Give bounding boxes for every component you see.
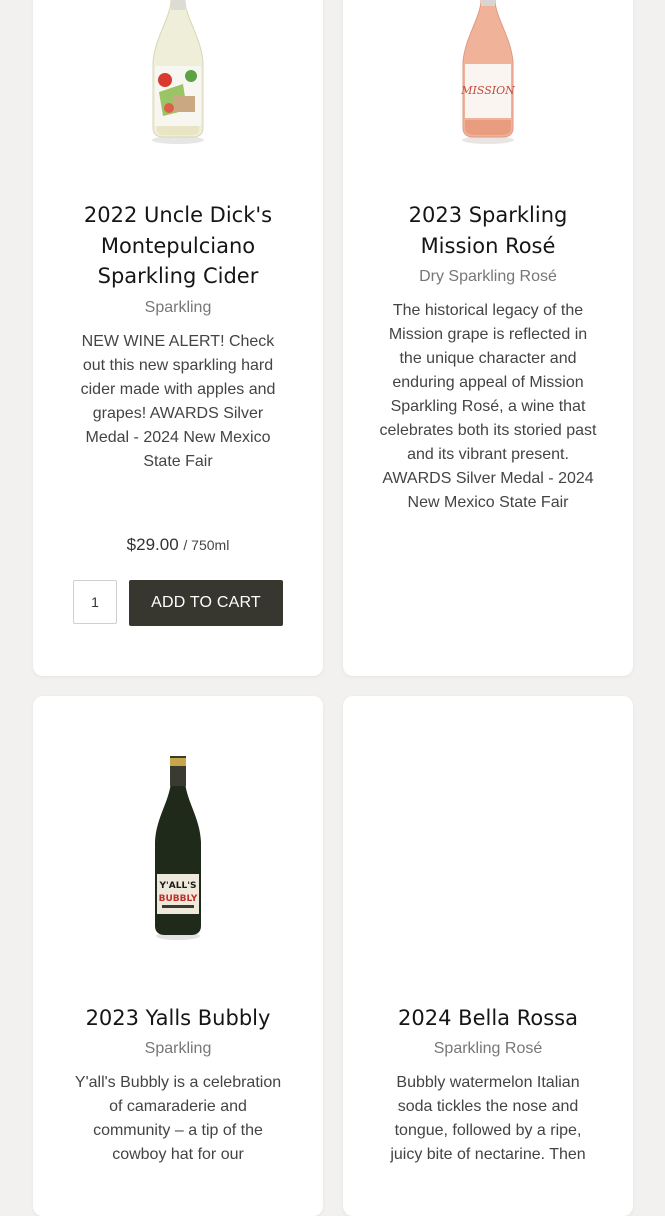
product-card: MISSION 2023 Sparkling Mission Rosé Dry … xyxy=(343,0,633,676)
svg-text:BUBBLY: BUBBLY xyxy=(159,894,198,904)
product-price: $29.00 xyxy=(126,535,179,554)
svg-text:Y'ALL'S: Y'ALL'S xyxy=(159,881,197,891)
quantity-input[interactable] xyxy=(73,580,117,624)
product-card: Y'ALL'S BUBBLY 2023 Yalls Bubbly Sparkli… xyxy=(33,696,323,1216)
product-title[interactable]: 2024 Bella Rossa xyxy=(383,1003,593,1034)
product-image-cider-bottle[interactable] xyxy=(143,0,213,150)
product-title[interactable]: 2023 Sparkling Mission Rosé xyxy=(383,200,593,261)
product-description: Bubbly watermelon Italian soda tickles t… xyxy=(390,1074,586,1163)
product-category: Dry Sparkling Rosé xyxy=(419,268,557,285)
product-title[interactable]: 2023 Yalls Bubbly xyxy=(73,1003,283,1034)
product-title[interactable]: 2022 Uncle Dick's Montepulciano Sparklin… xyxy=(73,200,283,292)
product-category: Sparkling xyxy=(144,1040,212,1057)
product-size: / 750ml xyxy=(183,537,230,553)
product-image-rose-bottle[interactable]: MISSION xyxy=(453,0,523,150)
product-description: Y'all's Bubbly is a celebration of camar… xyxy=(74,1074,282,1163)
product-description: NEW WINE ALERT! Check out this new spark… xyxy=(80,333,276,470)
product-card: 2022 Uncle Dick's Montepulciano Sparklin… xyxy=(33,0,323,676)
product-category: Sparkling Rosé xyxy=(433,1040,543,1057)
product-description: The historical legacy of the Mission gra… xyxy=(379,302,597,511)
product-card: 2024 Bella Rossa Sparkling Rosé Bubbly w… xyxy=(343,696,633,1216)
product-category: Sparkling xyxy=(144,299,212,316)
svg-text:MISSION: MISSION xyxy=(460,84,515,97)
product-image-yalls-bubbly-bottle[interactable]: Y'ALL'S BUBBLY xyxy=(148,752,208,942)
add-to-cart-button[interactable]: ADD TO CART xyxy=(129,580,283,626)
price-row: $29.00 / 750ml xyxy=(33,535,323,555)
